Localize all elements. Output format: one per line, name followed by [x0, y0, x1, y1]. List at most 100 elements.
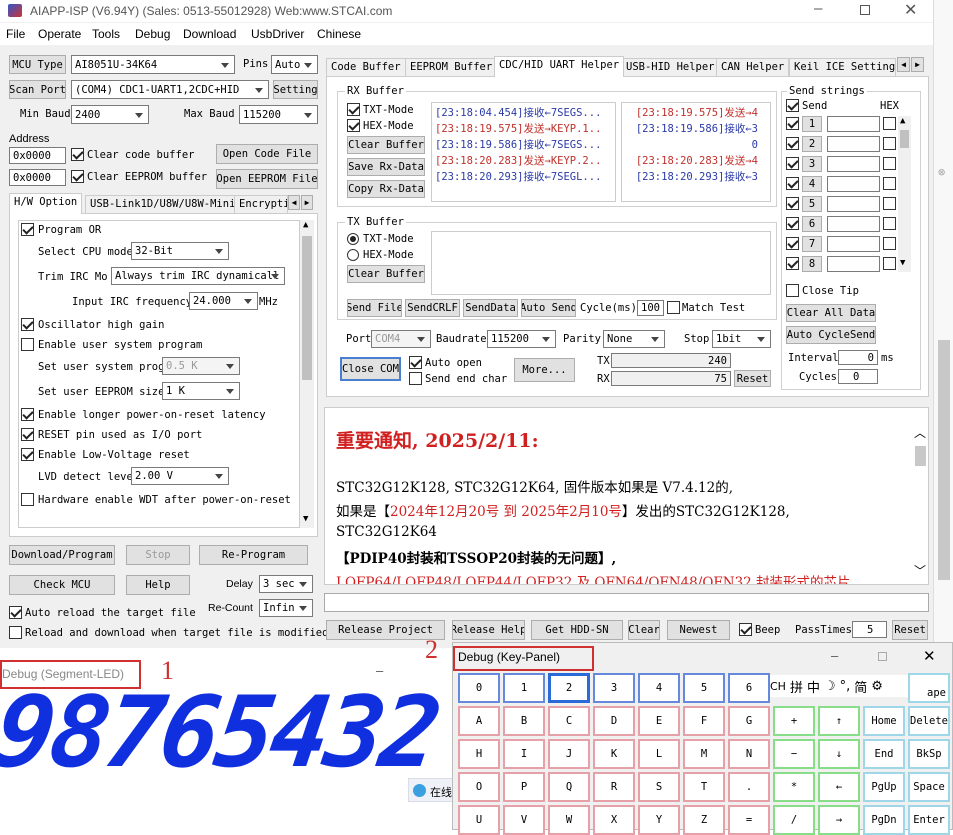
send-file-button[interactable]: Send File	[347, 299, 402, 317]
send-row-button[interactable]: 8	[802, 256, 822, 272]
key-button[interactable]: A	[458, 706, 500, 736]
send-row-checkbox[interactable]	[786, 237, 799, 250]
send-crlf-button[interactable]: SendCRLF	[405, 299, 460, 317]
setting-button[interactable]: Setting	[273, 80, 318, 99]
maximize-icon[interactable]	[860, 5, 870, 15]
reload-download-checkbox[interactable]	[9, 626, 22, 639]
key-button[interactable]: R	[593, 772, 635, 802]
key-button[interactable]: 1	[503, 673, 545, 703]
key-button[interactable]: P	[503, 772, 545, 802]
reprogram-button[interactable]: Re-Program	[199, 545, 308, 565]
tab-scroll-left-icon[interactable]: ◀	[288, 195, 300, 210]
low-voltage-checkbox[interactable]	[21, 448, 34, 461]
auto-open-checkbox[interactable]	[409, 356, 422, 369]
ime-item[interactable]: ⚙	[871, 679, 883, 694]
tx-text-area[interactable]	[431, 231, 771, 295]
close-icon[interactable]: ✕	[904, 0, 917, 19]
delay-select[interactable]: 3 sec	[259, 575, 313, 593]
tab-encrypt[interactable]: Encrypti	[234, 195, 288, 214]
key-button[interactable]: BkSp	[908, 739, 950, 769]
send-row-checkbox[interactable]	[786, 257, 799, 270]
right-tab-scroll-left-icon[interactable]: ◀	[897, 57, 910, 72]
escape-key[interactable]: ape	[908, 673, 950, 703]
baudrate-select[interactable]: 115200	[487, 330, 556, 348]
key-button[interactable]: ↓	[818, 739, 860, 769]
send-row-hex-checkbox[interactable]	[883, 157, 896, 170]
send-row-input[interactable]	[827, 176, 880, 192]
scroll-down-icon[interactable]: ▼	[303, 514, 308, 524]
trim-irc-select[interactable]: Always trim IRC dynamicall	[111, 267, 285, 285]
key-button[interactable]: *	[773, 772, 815, 802]
key-button[interactable]: X	[593, 805, 635, 835]
send-row-hex-checkbox[interactable]	[883, 117, 896, 130]
send-row-checkbox[interactable]	[786, 177, 799, 190]
key-button[interactable]: /	[773, 805, 815, 835]
notice-scroll-up-icon[interactable]: ︿	[914, 424, 926, 441]
send-row-checkbox[interactable]	[786, 157, 799, 170]
download-program-button[interactable]: Download/Program	[9, 545, 115, 565]
rx-hex-mode-checkbox[interactable]	[347, 119, 360, 132]
rx-hex-area[interactable]: [23:18:19.575]发送→4 [23:18:19.586]接收←3 0 [23…	[621, 102, 771, 202]
send-row-button[interactable]: 6	[802, 216, 822, 232]
send-row-button[interactable]: 1	[802, 116, 822, 132]
close-com-button[interactable]: Close COM	[340, 357, 401, 381]
send-row-input[interactable]	[827, 196, 880, 212]
key-button[interactable]: W	[548, 805, 590, 835]
menu-download[interactable]: Download	[183, 27, 236, 41]
key-button[interactable]: 2	[548, 673, 590, 703]
send-row-input[interactable]	[827, 256, 880, 272]
cycles-input[interactable]: 0	[838, 369, 878, 384]
key-button[interactable]: K	[593, 739, 635, 769]
taskbar-item[interactable]: 在线	[408, 778, 454, 802]
match-test-checkbox[interactable]	[667, 301, 680, 314]
ime-item[interactable]: 简	[854, 677, 867, 696]
key-button[interactable]: U	[458, 805, 500, 835]
ime-item[interactable]: °,	[840, 679, 851, 694]
key-button[interactable]: H	[458, 739, 500, 769]
pass-times-input[interactable]: 5	[852, 621, 887, 638]
auto-send-button[interactable]: Auto Send	[521, 299, 576, 317]
interval-input[interactable]: 0	[838, 350, 878, 365]
send-row-input[interactable]	[827, 136, 880, 152]
key-button[interactable]: G	[728, 706, 770, 736]
key-button[interactable]: PgUp	[863, 772, 905, 802]
tab-cdc-hid-uart[interactable]: CDC/HID UART Helper	[494, 56, 625, 77]
menu-chinese[interactable]: Chinese	[317, 27, 361, 41]
scroll-thumb[interactable]	[302, 236, 312, 380]
com-port-select[interactable]: COM4	[371, 330, 431, 348]
key-button[interactable]: Delete	[908, 706, 950, 736]
key-button[interactable]: I	[503, 739, 545, 769]
help-button[interactable]: Help	[126, 575, 190, 595]
send-row-hex-checkbox[interactable]	[883, 237, 896, 250]
tx-hex-mode-radio[interactable]	[347, 249, 359, 261]
stop-button[interactable]: Stop	[126, 545, 190, 565]
send-row-input[interactable]	[827, 116, 880, 132]
rx-txt-mode-checkbox[interactable]	[347, 103, 360, 116]
key-button[interactable]: ←	[818, 772, 860, 802]
key-button[interactable]: Y	[638, 805, 680, 835]
key-button[interactable]: 6	[728, 673, 770, 703]
rx-clear-buffer-button[interactable]: Clear Buffer	[347, 136, 425, 154]
key-button[interactable]: →	[818, 805, 860, 835]
tab-code-buffer[interactable]: Code Buffer	[326, 58, 406, 77]
open-eeprom-file-button[interactable]: Open EEPROM File	[216, 169, 318, 189]
tab-keil-ice[interactable]: Keil ICE Settings	[789, 58, 896, 77]
reset-counts-button[interactable]: Reset	[734, 370, 771, 387]
user-prog-select[interactable]: 0.5 K	[162, 357, 240, 375]
send-scroll-down-icon[interactable]: ▼	[900, 258, 905, 268]
key-button[interactable]: ↑	[818, 706, 860, 736]
newest-button[interactable]: Newest	[667, 620, 730, 640]
send-row-button[interactable]: 5	[802, 196, 822, 212]
recount-select[interactable]: Infin	[259, 599, 313, 617]
key-button[interactable]: C	[548, 706, 590, 736]
hw-wdt-checkbox[interactable]	[21, 493, 34, 506]
eeprom-address-input[interactable]: 0x0000	[9, 169, 66, 186]
send-row-button[interactable]: 2	[802, 136, 822, 152]
key-button[interactable]: 0	[458, 673, 500, 703]
tab-hw-option[interactable]: H/W Option	[9, 193, 83, 214]
program-or-checkbox[interactable]	[21, 223, 34, 236]
ime-item[interactable]: CH	[770, 680, 786, 693]
tab-usb-link[interactable]: USB-Link1D/U8W/U8W-Mini	[85, 195, 241, 214]
clear-eeprom-checkbox[interactable]	[71, 170, 84, 183]
max-baud-select[interactable]: 115200	[239, 105, 318, 124]
